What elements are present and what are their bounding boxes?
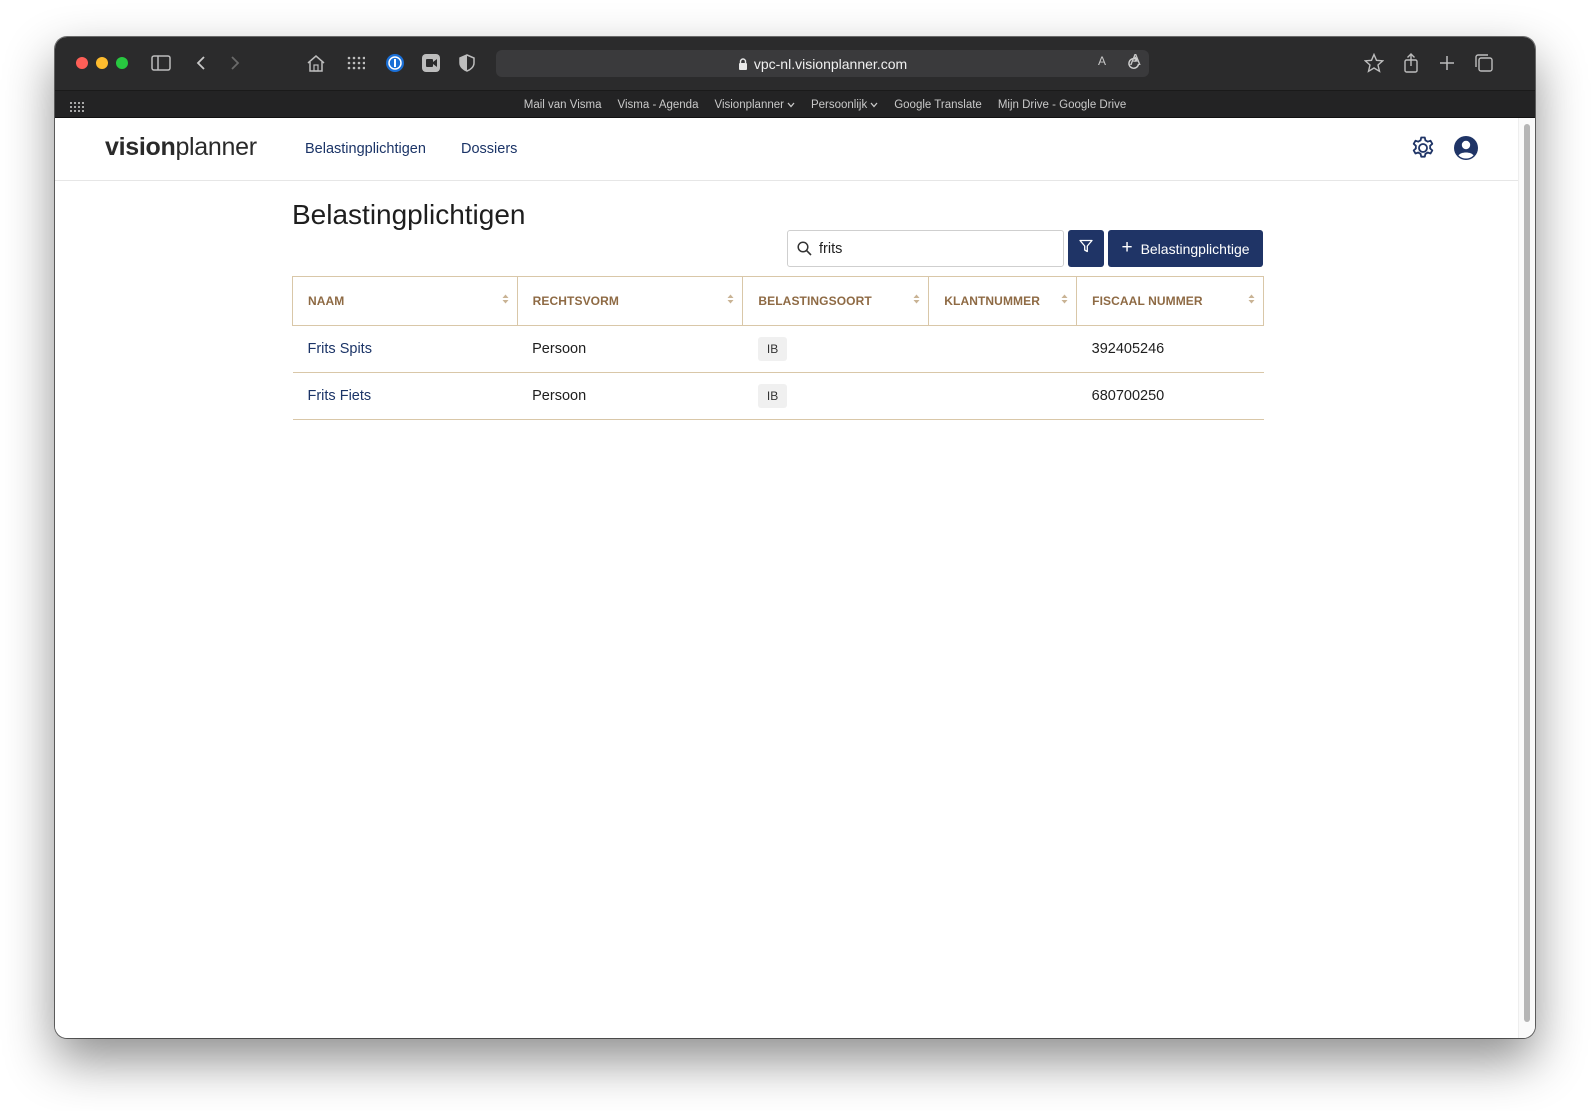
gear-icon[interactable] <box>1410 135 1436 166</box>
text-size-smaller-button[interactable]: A <box>1098 54 1106 68</box>
column-header-label: KLANTNUMMER <box>944 294 1041 308</box>
table-row[interactable]: Frits Spits Persoon IB 392405246 <box>292 325 1264 373</box>
column-header[interactable]: KLANTNUMMER <box>928 276 1078 326</box>
search-field[interactable] <box>787 230 1064 267</box>
tax-type-badge: IB <box>757 384 788 408</box>
search-input[interactable] <box>819 240 1039 257</box>
column-header-label: FISCAAL NUMMER <box>1092 294 1203 308</box>
column-header[interactable]: FISCAAL NUMMER <box>1076 276 1264 326</box>
taxpayers-table: NAAM RECHTSVORM BELASTINGSOORT KLANTNUMMER F… <box>292 276 1264 420</box>
minimize-window-button[interactable] <box>96 57 108 69</box>
cell-rechtsvorm: Persoon <box>517 372 743 420</box>
cell-fiscaal-nummer: 392405246 <box>1076 325 1264 373</box>
forward-icon[interactable] <box>223 51 247 75</box>
scrollbar-thumb[interactable] <box>1524 124 1530 1022</box>
cell-value: Persoon <box>532 388 587 404</box>
tax-type-badge: IB <box>757 337 788 361</box>
bookmark-label: Persoonlijk <box>810 99 868 111</box>
bookmark-label: Mijn Drive - Google Drive <box>997 99 1127 111</box>
apps-grid-icon[interactable] <box>344 51 368 75</box>
chevron-down-icon <box>787 100 795 110</box>
new-tab-icon[interactable] <box>1435 51 1459 75</box>
home-icon[interactable] <box>304 51 328 75</box>
bookmark-item[interactable]: Persoonlijk <box>811 99 878 111</box>
cell-value: Persoon <box>532 341 587 357</box>
cell-belastingsoort: IB <box>742 325 929 373</box>
column-header[interactable]: RECHTSVORM <box>516 276 744 326</box>
lock-icon <box>738 57 748 70</box>
bookmark-star-icon[interactable] <box>1362 51 1386 75</box>
bookmark-label: Visionplanner <box>714 99 784 111</box>
bookmark-item[interactable]: Mail van Visma <box>524 99 602 111</box>
sort-icon[interactable] <box>1248 294 1255 304</box>
tab-overview-icon[interactable] <box>1472 51 1496 75</box>
cell-klantnummer <box>928 325 1077 373</box>
chevron-down-icon <box>870 100 878 110</box>
cell-rechtsvorm: Persoon <box>517 325 743 373</box>
filter-icon <box>1079 239 1093 258</box>
back-icon[interactable] <box>189 51 213 75</box>
sidebar-toggle-icon[interactable] <box>149 51 173 75</box>
cell-value: 680700250 <box>1091 388 1165 404</box>
cell-belastingsoort: IB <box>742 372 929 420</box>
zoom-window-button[interactable] <box>116 57 128 69</box>
taxpayer-name-link[interactable]: Frits Fiets <box>308 388 372 404</box>
cell-klantnummer <box>928 372 1077 420</box>
sort-icon[interactable] <box>1061 294 1068 304</box>
address-bar[interactable]: vpc-nl.visionplanner.com <box>496 50 1149 77</box>
nav-belastingplichtigen[interactable]: Belastingplichtigen <box>305 141 426 157</box>
user-account-icon[interactable] <box>1453 135 1479 166</box>
bookmarks-bar: Mail van Visma Visma - Agenda Visionplanne… <box>55 90 1535 118</box>
visionplanner-logo[interactable]: visionplanner <box>105 133 257 162</box>
column-header-label: RECHTSVORM <box>532 294 619 308</box>
password-manager-icon[interactable] <box>383 51 407 75</box>
cell-naam: Frits Fiets <box>292 372 518 420</box>
filter-button[interactable] <box>1068 230 1104 267</box>
bookmark-label: Visma - Agenda <box>617 99 699 111</box>
table-row[interactable]: Frits Fiets Persoon IB 680700250 <box>292 372 1264 420</box>
sort-icon[interactable] <box>727 294 734 304</box>
nav-dossiers[interactable]: Dossiers <box>461 141 517 157</box>
close-window-button[interactable] <box>76 57 88 69</box>
column-header-label: NAAM <box>308 294 345 308</box>
privacy-shield-icon[interactable] <box>455 51 479 75</box>
bookmark-item[interactable]: Visionplanner <box>714 99 795 111</box>
browser-titlebar: vpc-nl.visionplanner.com A A <box>55 37 1535 90</box>
search-icon <box>797 241 812 256</box>
sort-icon[interactable] <box>502 294 509 304</box>
bookmark-label: Google Translate <box>894 99 982 111</box>
sort-icon[interactable] <box>913 294 920 304</box>
page-scrollbar[interactable] <box>1518 118 1535 1038</box>
cell-fiscaal-nummer: 680700250 <box>1076 372 1264 420</box>
share-icon[interactable] <box>1399 51 1423 75</box>
app-header: visionplanner Belastingplichtigen Dossie… <box>55 118 1518 181</box>
column-header[interactable]: BELASTINGSOORT <box>742 276 930 326</box>
table-header-row: NAAM RECHTSVORM BELASTINGSOORT KLANTNUMMER F… <box>292 276 1264 326</box>
cell-naam: Frits Spits <box>292 325 518 373</box>
extension-icon[interactable] <box>419 51 443 75</box>
url-text: vpc-nl.visionplanner.com <box>753 55 908 72</box>
bookmark-item[interactable]: Google Translate <box>894 99 982 111</box>
column-header[interactable]: NAAM <box>292 276 518 326</box>
bookmark-label: Mail van Visma <box>523 99 602 111</box>
page-title: Belastingplichtigen <box>292 199 526 230</box>
app-page: visionplanner Belastingplichtigen Dossie… <box>55 118 1518 1038</box>
bookmark-item[interactable]: Mijn Drive - Google Drive <box>998 99 1126 111</box>
text-size-larger-button[interactable]: A <box>1130 52 1141 70</box>
taxpayer-name-link[interactable]: Frits Spits <box>308 341 372 357</box>
bookmark-item[interactable]: Visma - Agenda <box>618 99 699 111</box>
cell-value: 392405246 <box>1091 341 1165 357</box>
plus-icon: + <box>1121 237 1133 258</box>
column-header-label: BELASTINGSOORT <box>758 294 872 308</box>
add-belastingplichtige-button[interactable]: + Belastingplichtige <box>1108 230 1263 267</box>
browser-window: vpc-nl.visionplanner.com A A Mail van Vi… <box>55 37 1535 1038</box>
